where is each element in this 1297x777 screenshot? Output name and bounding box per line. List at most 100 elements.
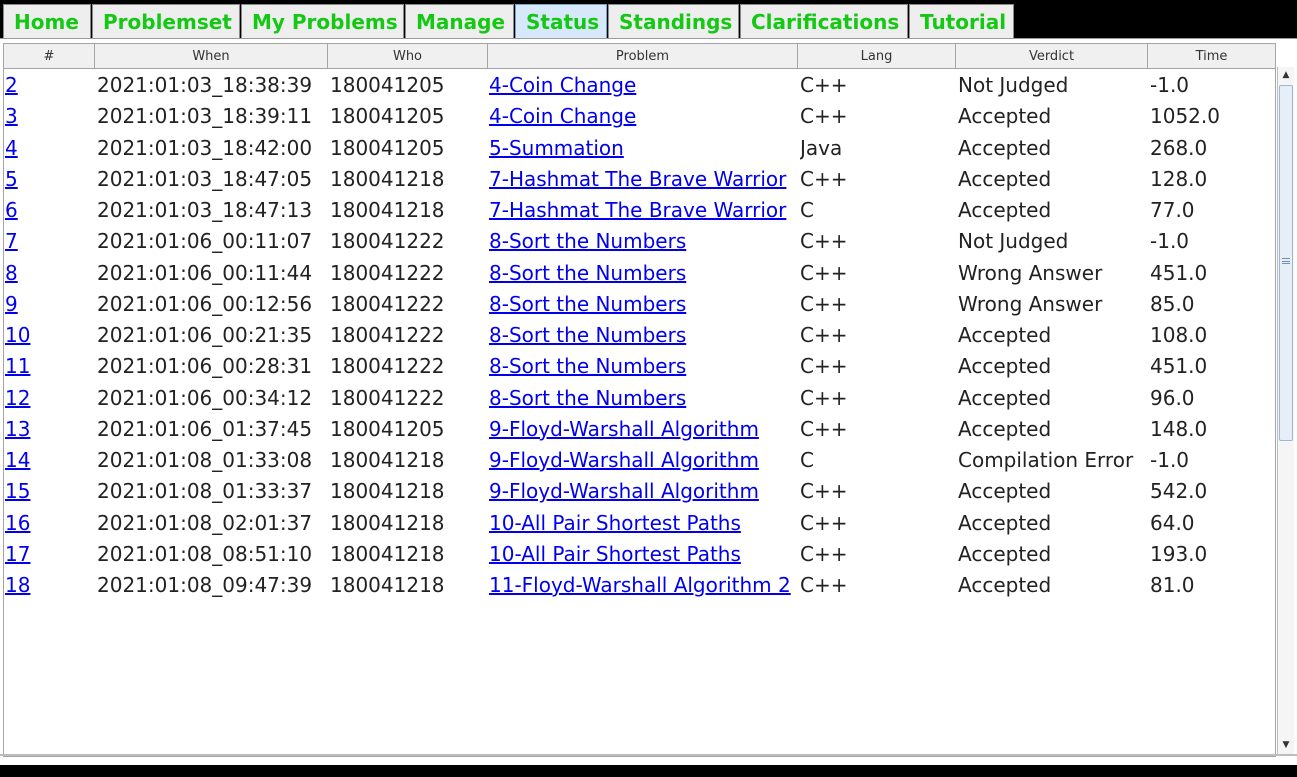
cell-number-link[interactable]: 10	[5, 319, 93, 350]
column-header-when[interactable]: When	[95, 44, 328, 68]
table-row[interactable]: 17 2021:01:08_08:51:10 180041218 10-All Pai…	[4, 538, 1275, 569]
cell-number-link[interactable]: 13	[5, 413, 93, 444]
cell-when: 2021:01:08_01:33:08	[97, 448, 313, 472]
cell-problem-link[interactable]: 5-Summation	[489, 132, 797, 163]
cell-problem-link[interactable]: 8-Sort the Numbers	[489, 350, 797, 381]
cell-who: 180041218	[330, 573, 445, 597]
cell-problem-link[interactable]: 9-Floyd-Warshall Algorithm	[489, 413, 797, 444]
cell-problem-link[interactable]: 8-Sort the Numbers	[489, 257, 797, 288]
cell-lang: C	[800, 198, 814, 222]
table-row[interactable]: 11 2021:01:06_00:28:31 180041222 8-Sort the…	[4, 350, 1275, 381]
table-row[interactable]: 3 2021:01:03_18:39:11 180041205 4-Coin Chan…	[4, 100, 1275, 131]
cell-who: 180041218	[330, 541, 445, 566]
submissions-table: # When Who Problem Lang Verdict Time 2 20…	[3, 43, 1276, 757]
cell-number-link[interactable]: 9	[5, 288, 93, 319]
cell-verdict: Compilation Error	[958, 448, 1134, 472]
column-header-number[interactable]: #	[4, 44, 95, 68]
cell-who: 180041218	[330, 448, 445, 472]
cell-number-link[interactable]: 18	[5, 569, 93, 600]
cell-verdict: Wrong Answer	[958, 291, 1103, 316]
cell-verdict: Not Judged	[958, 229, 1069, 254]
cell-when: 2021:01:03_18:47:13	[97, 198, 313, 222]
tab-problemset[interactable]: Problemset	[92, 4, 240, 38]
cell-number-link[interactable]: 3	[5, 100, 93, 131]
cell-number-link[interactable]: 5	[5, 163, 93, 194]
cell-number-link[interactable]: 2	[5, 69, 93, 100]
cell-lang: C++	[800, 385, 848, 410]
column-header-lang[interactable]: Lang	[798, 44, 956, 68]
cell-time: 451.0	[1150, 354, 1208, 379]
cell-number-link[interactable]: 16	[5, 507, 93, 538]
cell-when: 2021:01:06_01:37:45	[97, 416, 313, 441]
cell-problem-link[interactable]: 7-Hashmat The Brave Warrior	[489, 194, 797, 225]
cell-number-link[interactable]: 11	[5, 350, 93, 381]
table-row[interactable]: 2 2021:01:03_18:38:39 180041205 4-Coin Chan…	[4, 69, 1275, 100]
tab-clarifications[interactable]: Clarifications	[740, 4, 908, 38]
cell-problem-link[interactable]: 9-Floyd-Warshall Algorithm	[489, 475, 797, 506]
tab-my-problems[interactable]: My Problems	[241, 4, 404, 38]
cell-time: 542.0	[1150, 479, 1208, 504]
cell-time: 108.0	[1150, 323, 1208, 347]
table-row[interactable]: 10 2021:01:06_00:21:35 180041222 8-Sort the…	[4, 319, 1275, 350]
cell-number-link[interactable]: 17	[5, 538, 93, 569]
table-row[interactable]: 4 2021:01:03_18:42:00 180041205 5-Summation…	[4, 132, 1275, 163]
cell-problem-link[interactable]: 8-Sort the Numbers	[489, 288, 797, 319]
cell-number-link[interactable]: 6	[5, 194, 93, 225]
tab-home[interactable]: Home	[3, 4, 91, 38]
cell-number-link[interactable]: 8	[5, 257, 93, 288]
table-row[interactable]: 13 2021:01:06_01:37:45 180041205 9-Floyd-Wa…	[4, 413, 1275, 444]
cell-number-link[interactable]: 7	[5, 225, 93, 256]
column-header-who[interactable]: Who	[328, 44, 488, 68]
cell-who: 180041218	[330, 166, 445, 191]
cell-who: 180041218	[330, 510, 445, 535]
scroll-up-arrow-icon[interactable]: ▲	[1278, 67, 1294, 84]
column-header-verdict[interactable]: Verdict	[956, 44, 1148, 68]
column-header-time[interactable]: Time	[1148, 44, 1275, 68]
cell-number-link[interactable]: 12	[5, 382, 93, 413]
tab-tutorial[interactable]: Tutorial	[909, 4, 1014, 38]
cell-problem-link[interactable]: 4-Coin Change	[489, 69, 797, 100]
cell-problem-link[interactable]: 7-Hashmat The Brave Warrior	[489, 163, 797, 194]
cell-number-link[interactable]: 15	[5, 475, 93, 506]
cell-problem-link[interactable]: 10-All Pair Shortest Paths	[489, 507, 797, 538]
table-row[interactable]: 6 2021:01:03_18:47:13 180041218 7-Hashmat T…	[4, 194, 1275, 225]
table-row[interactable]: 7 2021:01:06_00:11:07 180041222 8-Sort the …	[4, 225, 1275, 256]
cell-problem-link[interactable]: 8-Sort the Numbers	[489, 319, 797, 350]
table-row[interactable]: 8 2021:01:06_00:11:44 180041222 8-Sort the …	[4, 257, 1275, 288]
cell-verdict: Accepted	[958, 354, 1052, 379]
cell-when: 2021:01:03_18:39:11	[97, 104, 313, 129]
cell-lang: C++	[800, 354, 848, 379]
column-header-problem[interactable]: Problem	[488, 44, 798, 68]
table-row[interactable]: 5 2021:01:03_18:47:05 180041218 7-Hashmat T…	[4, 163, 1275, 194]
cell-problem-link[interactable]: 8-Sort the Numbers	[489, 225, 797, 256]
cell-number-link[interactable]: 14	[5, 444, 93, 475]
cell-when: 2021:01:03_18:42:00	[97, 135, 313, 160]
tab-status[interactable]: Status	[515, 4, 607, 38]
scroll-thumb[interactable]	[1279, 85, 1293, 441]
cell-verdict: Accepted	[958, 166, 1052, 191]
table-row[interactable]: 16 2021:01:08_02:01:37 180041218 10-All Pai…	[4, 507, 1275, 538]
cell-who: 180041222	[330, 385, 445, 410]
cell-time: 64.0	[1150, 510, 1195, 535]
vertical-scrollbar[interactable]: ▲ ▼	[1277, 67, 1294, 754]
cell-problem-link[interactable]: 4-Coin Change	[489, 100, 797, 131]
cell-problem-link[interactable]: 11-Floyd-Warshall Algorithm 2	[489, 569, 797, 600]
cell-who: 180041222	[330, 323, 445, 347]
table-row[interactable]: 18 2021:01:08_09:47:39 180041218 11-Floyd-W…	[4, 569, 1275, 600]
tab-standings[interactable]: Standings	[608, 4, 739, 38]
scroll-down-arrow-icon[interactable]: ▼	[1278, 737, 1294, 754]
cell-problem-link[interactable]: 9-Floyd-Warshall Algorithm	[489, 444, 797, 475]
cell-who: 180041218	[330, 479, 445, 504]
cell-who: 180041222	[330, 229, 445, 254]
cell-when: 2021:01:06_00:28:31	[97, 354, 313, 379]
cell-who: 180041222	[330, 260, 445, 285]
table-row[interactable]: 15 2021:01:08_01:33:37 180041218 9-Floyd-Wa…	[4, 475, 1275, 506]
cell-problem-link[interactable]: 10-All Pair Shortest Paths	[489, 538, 797, 569]
cell-lang: C++	[800, 229, 848, 254]
tab-manage[interactable]: Manage	[405, 4, 514, 38]
table-row[interactable]: 9 2021:01:06_00:12:56 180041222 8-Sort the …	[4, 288, 1275, 319]
cell-number-link[interactable]: 4	[5, 132, 93, 163]
cell-problem-link[interactable]: 8-Sort the Numbers	[489, 382, 797, 413]
table-row[interactable]: 14 2021:01:08_01:33:08 180041218 9-Floyd-Wa…	[4, 444, 1275, 475]
table-row[interactable]: 12 2021:01:06_00:34:12 180041222 8-Sort the…	[4, 382, 1275, 413]
